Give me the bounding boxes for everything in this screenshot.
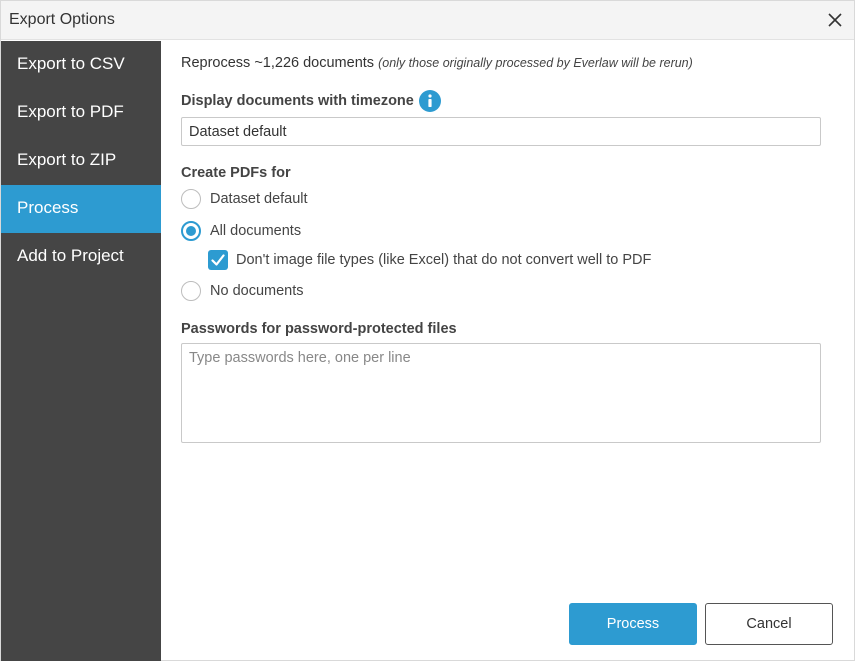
timezone-field[interactable]	[181, 117, 821, 146]
export-options-dialog: Export Options Export to CSV Export to P…	[0, 0, 855, 661]
sidebar-item-export-zip[interactable]: Export to ZIP	[1, 137, 161, 185]
dont-image-option[interactable]: Don't image file types (like Excel) that…	[208, 249, 651, 271]
close-icon	[828, 13, 842, 27]
radio-dataset-default[interactable]: Dataset default	[181, 188, 308, 210]
close-button[interactable]	[824, 9, 846, 31]
sidebar-item-add-to-project[interactable]: Add to Project	[1, 233, 161, 281]
radio-button[interactable]	[181, 281, 201, 301]
radio-label: All documents	[210, 223, 302, 239]
sidebar: Export to CSV Export to PDF Export to ZI…	[1, 41, 161, 661]
radio-button[interactable]	[181, 189, 201, 209]
passwords-textarea[interactable]	[181, 343, 821, 443]
radio-button-selected[interactable]	[181, 221, 201, 241]
dont-image-checkbox[interactable]	[208, 250, 228, 270]
cancel-button[interactable]: Cancel	[705, 603, 833, 645]
radio-no-documents[interactable]: No documents	[181, 280, 304, 302]
timezone-label: Display documents with timezone	[181, 93, 414, 109]
dialog-titlebar: Export Options	[1, 1, 854, 40]
dont-image-label: Don't image file types (like Excel) that…	[236, 252, 652, 268]
reprocess-count: Reprocess ~1,226 documents	[181, 55, 375, 71]
radio-label: No documents	[210, 283, 304, 299]
passwords-label: Passwords for password-protected files	[181, 321, 457, 337]
dialog-title: Export Options	[9, 11, 115, 28]
process-button[interactable]: Process	[569, 603, 697, 645]
reprocess-summary: Reprocess ~1,226 documents (only those o…	[181, 55, 693, 71]
checkmark-icon	[211, 254, 225, 266]
sidebar-item-export-csv[interactable]: Export to CSV	[1, 41, 161, 89]
radio-all-documents[interactable]: All documents	[181, 220, 301, 242]
sidebar-item-process[interactable]: Process	[1, 185, 161, 233]
sidebar-item-export-pdf[interactable]: Export to PDF	[1, 89, 161, 137]
radio-label: Dataset default	[210, 191, 308, 207]
process-panel: Reprocess ~1,226 documents (only those o…	[181, 41, 821, 601]
create-pdfs-label: Create PDFs for	[181, 165, 291, 181]
reprocess-note: (only those originally processed by Ever…	[378, 56, 693, 70]
info-icon[interactable]	[419, 90, 441, 112]
